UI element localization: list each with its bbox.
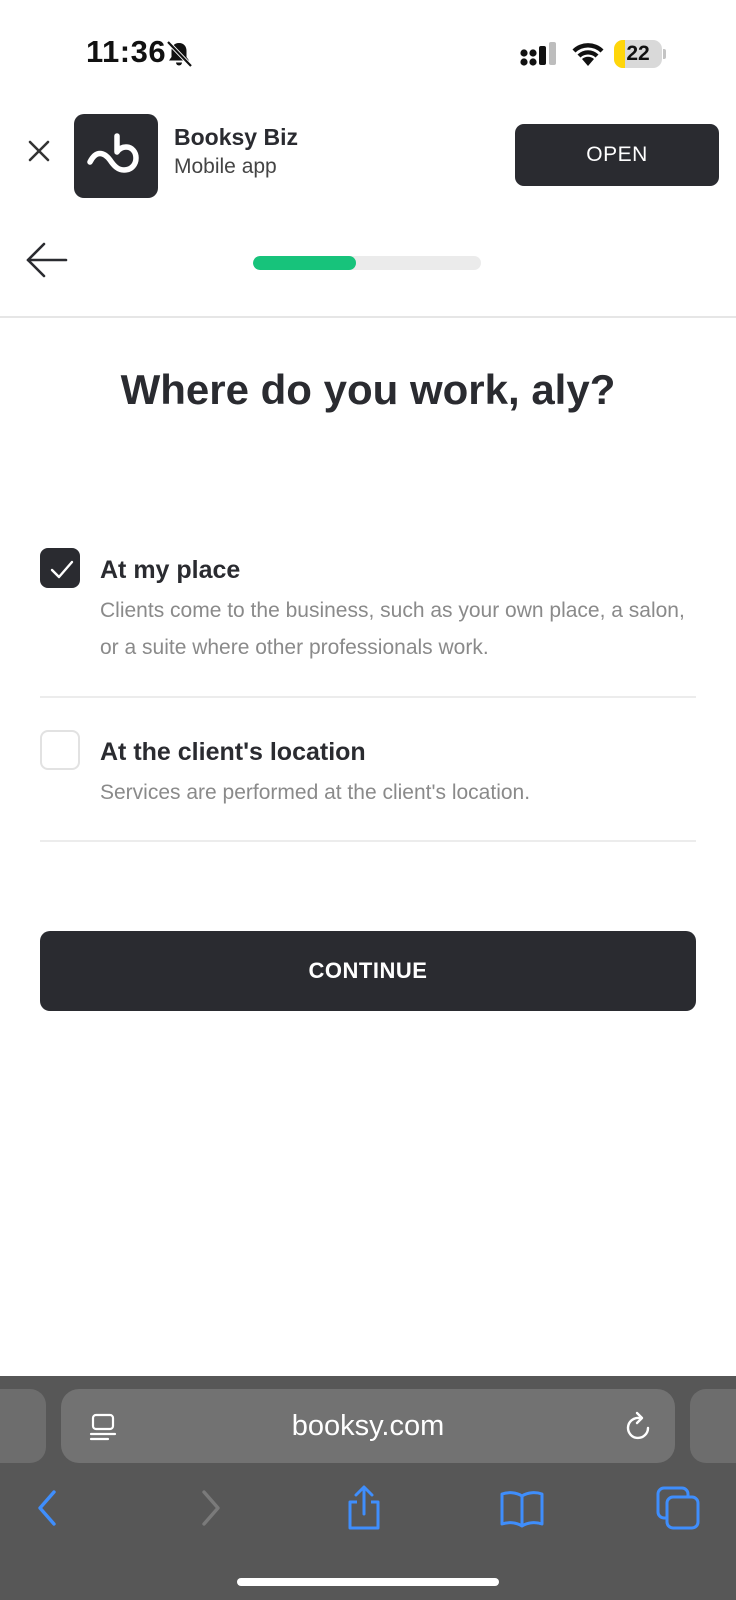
progress-fill bbox=[253, 256, 356, 270]
forward-icon[interactable] bbox=[186, 1484, 234, 1532]
checkmark-icon bbox=[50, 560, 74, 579]
app-icon[interactable] bbox=[74, 114, 158, 198]
option-title: At my place bbox=[100, 556, 241, 584]
next-tab-preview[interactable] bbox=[690, 1389, 736, 1463]
reload-icon[interactable] bbox=[624, 1411, 654, 1443]
home-indicator[interactable] bbox=[237, 1578, 499, 1586]
status-time: 11:36 bbox=[86, 34, 167, 69]
app-subtitle: Mobile app bbox=[174, 155, 277, 178]
divider bbox=[0, 316, 736, 318]
booksy-logo-icon bbox=[87, 133, 139, 173]
previous-tab-preview[interactable] bbox=[0, 1389, 46, 1463]
url-text[interactable]: booksy.com bbox=[61, 1389, 675, 1463]
share-icon[interactable] bbox=[340, 1484, 388, 1532]
tabs-icon[interactable] bbox=[654, 1484, 702, 1532]
page-title: Where do you work, aly? bbox=[120, 366, 616, 413]
checkbox-at-my-place[interactable] bbox=[40, 548, 80, 588]
battery-percent: 22 bbox=[626, 42, 650, 65]
option-description: Services are performed at the client's l… bbox=[100, 781, 531, 804]
bookmarks-icon[interactable] bbox=[498, 1484, 546, 1532]
continue-button[interactable]: CONTINUE bbox=[40, 931, 696, 1011]
arrow-left-icon[interactable] bbox=[24, 240, 70, 280]
divider bbox=[40, 696, 696, 698]
option-at-my-place[interactable]: At my place Clients come to the business… bbox=[40, 548, 696, 698]
progress-bar bbox=[253, 256, 481, 270]
battery-icon: 22 bbox=[614, 40, 666, 68]
close-icon[interactable] bbox=[26, 138, 52, 164]
option-at-client-location[interactable]: At the client's location Services are pe… bbox=[40, 730, 696, 842]
cellular-signal-icon bbox=[520, 42, 556, 66]
app-name: Booksy Biz bbox=[174, 124, 298, 150]
bell-slash-icon bbox=[166, 40, 193, 68]
open-app-button[interactable]: OPEN bbox=[515, 124, 719, 186]
wifi-icon bbox=[572, 43, 604, 66]
back-icon[interactable] bbox=[24, 1484, 72, 1532]
checkbox-at-client-location[interactable] bbox=[40, 730, 80, 770]
option-title: At the client's location bbox=[100, 738, 366, 766]
divider bbox=[40, 840, 696, 842]
option-description: Clients come to the business, such as yo… bbox=[100, 599, 685, 659]
